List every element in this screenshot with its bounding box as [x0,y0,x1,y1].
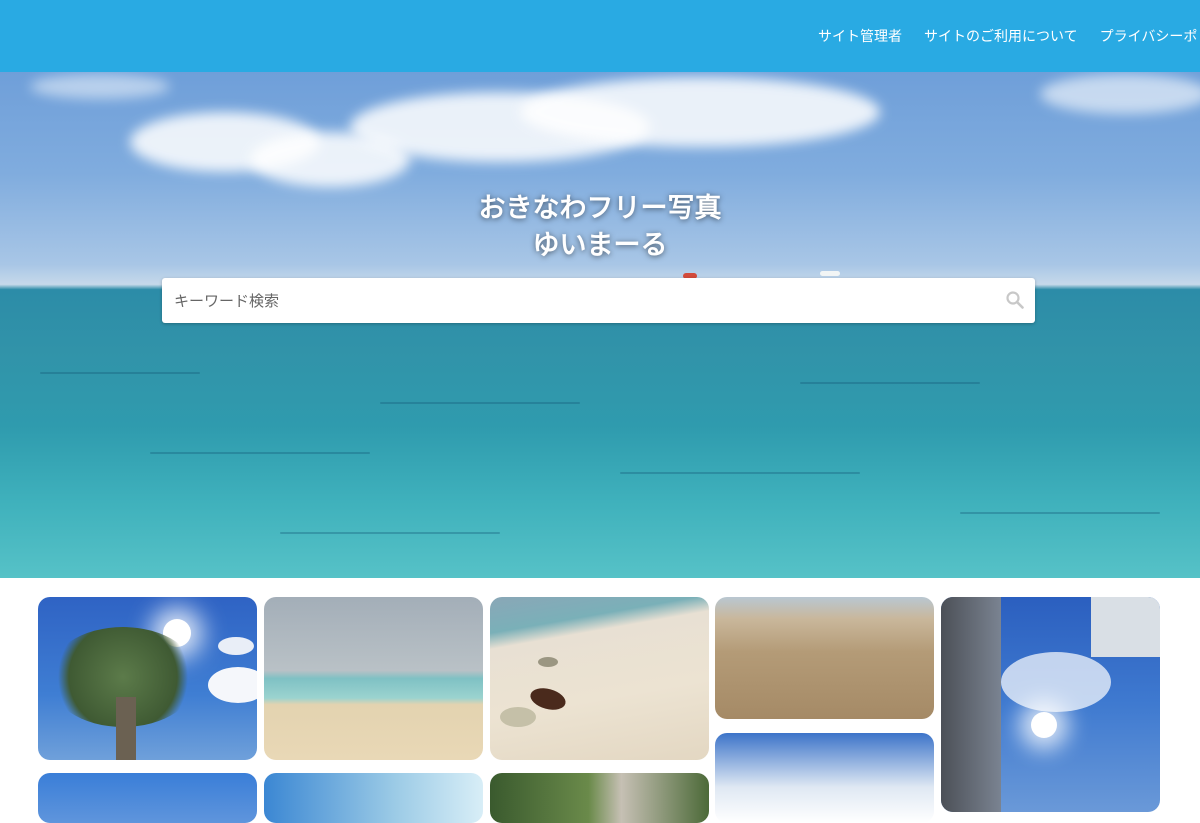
hero-cloud [1040,74,1200,114]
pebble [538,657,558,667]
photo-thumbnail-sky-clouds[interactable] [715,733,934,823]
search-box [162,278,1035,323]
hero-wave [150,452,370,454]
photo-thumbnail-rocky-coast[interactable] [715,597,934,719]
photo-cloud [1001,652,1111,712]
photo-building [941,597,1001,812]
sun-glare [1031,712,1057,738]
hero-wave [620,472,860,474]
sea-glass [528,684,568,714]
pebble [500,707,536,727]
hero-wave [380,402,580,404]
nav-link-privacy-policy[interactable]: プライバシーポリシー [1100,26,1200,46]
nav-link-site-admin[interactable]: サイト管理者 [818,26,902,46]
hero-wave [960,512,1160,514]
hero-boat [820,271,840,276]
hero-cloud [30,74,170,99]
hero-wave [40,372,200,374]
photo-cloud [218,637,254,655]
photo-thumbnail-sky-sea[interactable] [264,773,483,823]
photo-cloud [208,667,257,703]
photo-thumbnail-sky[interactable] [38,773,257,823]
hero-wave [800,382,980,384]
palm-trunk [116,697,136,760]
site-title[interactable]: おきなわフリー写真 ゆいまーる [0,190,1200,264]
photo-building [1091,597,1160,657]
photo-thumbnail-beach-sand-shell[interactable] [490,597,709,760]
site-title-line2: ゆいまーる [532,230,668,261]
hero-banner: おきなわフリー写真 ゆいまーる [0,72,1200,578]
nav-link-terms-of-use[interactable]: サイトのご利用について [924,26,1078,46]
search-icon[interactable] [1005,290,1025,310]
photo-thumbnail-greenery[interactable] [490,773,709,823]
site-header: サイト管理者 サイトのご利用について プライバシーポリシー [0,0,1200,72]
header-nav: サイト管理者 サイトのご利用について プライバシーポリシー [818,0,1200,72]
photo-thumbnail-beach-shoreline[interactable] [264,597,483,760]
hero-cloud [520,77,880,147]
hero-wave [280,532,500,534]
search-input[interactable] [162,278,994,323]
photo-thumbnail-sky-building[interactable] [941,597,1160,812]
photo-thumbnail-palm-tree[interactable] [38,597,257,760]
site-title-line1: おきなわフリー写真 [478,193,722,224]
